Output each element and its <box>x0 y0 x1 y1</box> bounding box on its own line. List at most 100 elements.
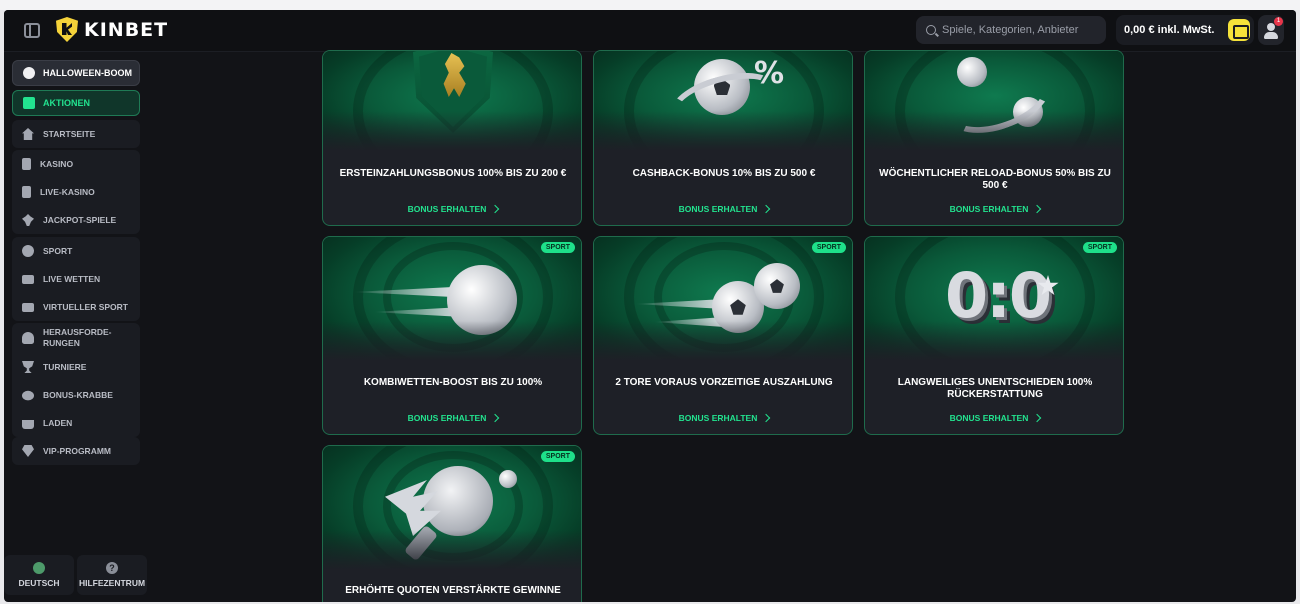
trophy-icon <box>22 361 34 373</box>
sidebar-item-halloween-boom[interactable]: HALLOWEEN-BOOM <box>12 60 140 86</box>
cta-label: BONUS ERHALTEN <box>949 413 1029 423</box>
percent-icon: % <box>754 56 785 91</box>
app-window: KINBET 0,00 € inkl. MwSt. 1 HALLOWEEN-BO… <box>4 10 1296 602</box>
sidebar-item-label: LIVE WETTEN <box>43 273 101 284</box>
balance-display[interactable]: 0,00 € inkl. MwSt. <box>1116 15 1254 45</box>
language-button[interactable]: DEUTSCH <box>4 555 74 595</box>
promo-card[interactable]: SPORT KOMBIWETTEN-BOOST BIS ZU 100% BONU… <box>322 236 582 435</box>
promo-card-image <box>323 51 581 151</box>
nav-group-vip: VIP-PROGRAMM <box>12 437 140 465</box>
cta-label: BONUS ERHALTEN <box>678 413 758 423</box>
cards-icon <box>22 158 31 170</box>
wallet-icon[interactable] <box>1228 19 1250 41</box>
nav-group-sport: SPORT LIVE WETTEN VIRTUELLER SPORT <box>12 237 140 321</box>
shopping-bag-icon <box>22 420 34 429</box>
soccer-ball-icon <box>754 263 800 309</box>
art-fade <box>323 530 581 570</box>
promo-card-image <box>594 237 852 361</box>
search-box[interactable] <box>916 16 1106 44</box>
language-label: DEUTSCH <box>18 578 60 588</box>
promo-card-title: KOMBIWETTEN-BOOST BIS ZU 100% <box>363 377 543 388</box>
question-mark-icon: ? <box>106 562 118 574</box>
chevron-right-icon <box>762 413 771 423</box>
sidebar-item-bonus-krabbe[interactable]: BONUS-KRABBE <box>12 381 140 409</box>
promo-card-title: 2 TORE VORAUS VORZEITIGE AUSZAHLUNG <box>615 377 833 388</box>
sidebar-item-label: TURNIERE <box>43 361 87 372</box>
sidebar-item-kasino[interactable]: KASINO <box>12 150 140 178</box>
sidebar-item-herausforderungen[interactable]: HERAUSFORDE-RUNGEN <box>12 323 140 353</box>
cta-label: BONUS ERHALTEN <box>407 413 487 423</box>
soccer-ball-icon <box>22 245 34 257</box>
art-fade <box>865 111 1123 151</box>
bonus-erhalten-link[interactable]: BONUS ERHALTEN <box>323 413 581 423</box>
chevron-right-icon <box>491 204 500 214</box>
table-tennis-paddle-icon <box>423 466 493 536</box>
bonus-erhalten-link[interactable]: BONUS ERHALTEN <box>594 204 852 214</box>
help-center-button[interactable]: ? HILFEZENTRUM <box>77 555 147 595</box>
promo-card-image: % <box>594 51 852 151</box>
top-header: KINBET 0,00 € inkl. MwSt. 1 <box>4 10 1296 52</box>
art-fade <box>594 111 852 151</box>
promo-card-title: ERHÖHTE QUOTEN VERSTÄRKTE GEWINNE <box>345 585 561 596</box>
sidebar-item-jackpot-spiele[interactable]: JACKPOT-SPIELE <box>12 206 140 234</box>
sidebar-item-virtueller-sport[interactable]: VIRTUELLER SPORT <box>12 293 140 321</box>
promo-card[interactable]: % CASHBACK-BONUS 10% BIS ZU 500 € BONUS … <box>593 50 853 226</box>
sidebar-item-label: LIVE-KASINO <box>40 186 95 197</box>
home-icon <box>22 128 34 140</box>
search-input[interactable] <box>942 24 1092 36</box>
globe-icon <box>33 562 45 574</box>
sidebar-toggle-icon[interactable] <box>24 23 40 38</box>
diamond-icon <box>22 445 34 457</box>
ping-pong-ball-icon <box>499 470 517 488</box>
promo-card-image <box>865 51 1123 151</box>
sidebar-item-live-wetten[interactable]: LIVE WETTEN <box>12 265 140 293</box>
live-tv-icon <box>22 274 34 284</box>
search-icon <box>926 25 936 35</box>
sidebar-item-laden[interactable]: LADEN <box>12 409 140 437</box>
sidebar-item-turniere[interactable]: TURNIERE <box>12 353 140 381</box>
sidebar-item-label: STARTSEITE <box>43 128 96 139</box>
brand-name: KINBET <box>84 18 169 41</box>
sidebar-item-label: VIRTUELLER SPORT <box>43 301 129 312</box>
sidebar-item-label: KASINO <box>40 158 74 169</box>
sidebar-item-aktionen[interactable]: AKTIONEN <box>12 90 140 116</box>
balance-amount: 0,00 € inkl. MwSt. <box>1124 24 1215 36</box>
promo-card-title: ERSTEINZAHLUNGSBONUS 100% BIS ZU 200 € <box>339 168 567 179</box>
lion-icon <box>443 53 466 97</box>
chevron-right-icon <box>491 413 500 423</box>
promo-card[interactable]: 0:0 SPORT LANGWEILIGES UNENTSCHIEDEN 100… <box>864 236 1124 435</box>
sidebar-item-startseite[interactable]: STARTSEITE <box>12 120 140 148</box>
bonus-erhalten-link[interactable]: BONUS ERHALTEN <box>865 413 1123 423</box>
gift-icon <box>23 97 35 109</box>
bonus-erhalten-link[interactable]: BONUS ERHALTEN <box>594 413 852 423</box>
chevron-right-icon <box>1033 204 1042 214</box>
promo-card[interactable]: WÖCHENTLICHER RELOAD-BONUS 50% BIS ZU 50… <box>864 50 1124 226</box>
notification-badge: 1 <box>1274 17 1283 26</box>
sidebar-item-live-kasino[interactable]: LIVE-KASINO <box>12 178 140 206</box>
nav-group-extras: HERAUSFORDE-RUNGEN TURNIERE BONUS-KRABBE… <box>12 323 140 437</box>
sport-badge: SPORT <box>811 242 846 253</box>
chevron-right-icon <box>762 204 771 214</box>
promo-card[interactable]: SPORT 2 TORE VORAUS VORZEITIGE AUSZAHLUN… <box>593 236 853 435</box>
bonus-erhalten-link[interactable]: BONUS ERHALTEN <box>865 204 1123 214</box>
promo-card-title: LANGWEILIGES UNENTSCHIEDEN 100% RÜCKERST… <box>897 377 1093 400</box>
sidebar-item-label: LADEN <box>43 417 73 428</box>
promo-card[interactable]: ERSTEINZAHLUNGSBONUS 100% BIS ZU 200 € B… <box>322 50 582 226</box>
bonus-erhalten-link[interactable]: BONUS ERHALTEN <box>323 204 581 214</box>
promo-card[interactable]: SPORT ERHÖHTE QUOTEN VERSTÄRKTE GEWINNE <box>322 445 582 602</box>
pumpkin-icon <box>23 67 35 79</box>
sidebar-item-label: AKTIONEN <box>43 98 90 108</box>
sidebar-item-label: JACKPOT-SPIELE <box>43 214 117 225</box>
user-icon-body <box>1264 32 1278 39</box>
art-fade <box>323 321 581 361</box>
shield-logo-icon <box>56 17 78 42</box>
cta-label: BONUS ERHALTEN <box>407 204 487 214</box>
sport-badge: SPORT <box>1082 242 1117 253</box>
sidebar-item-vip-programm[interactable]: VIP-PROGRAMM <box>12 437 140 465</box>
monitor-icon <box>22 302 34 312</box>
sidebar-item-sport[interactable]: SPORT <box>12 237 140 265</box>
account-button[interactable]: 1 <box>1258 15 1284 45</box>
brand-logo[interactable]: KINBET <box>56 17 168 42</box>
art-fade <box>323 111 581 151</box>
help-label: HILFEZENTRUM <box>78 578 146 588</box>
